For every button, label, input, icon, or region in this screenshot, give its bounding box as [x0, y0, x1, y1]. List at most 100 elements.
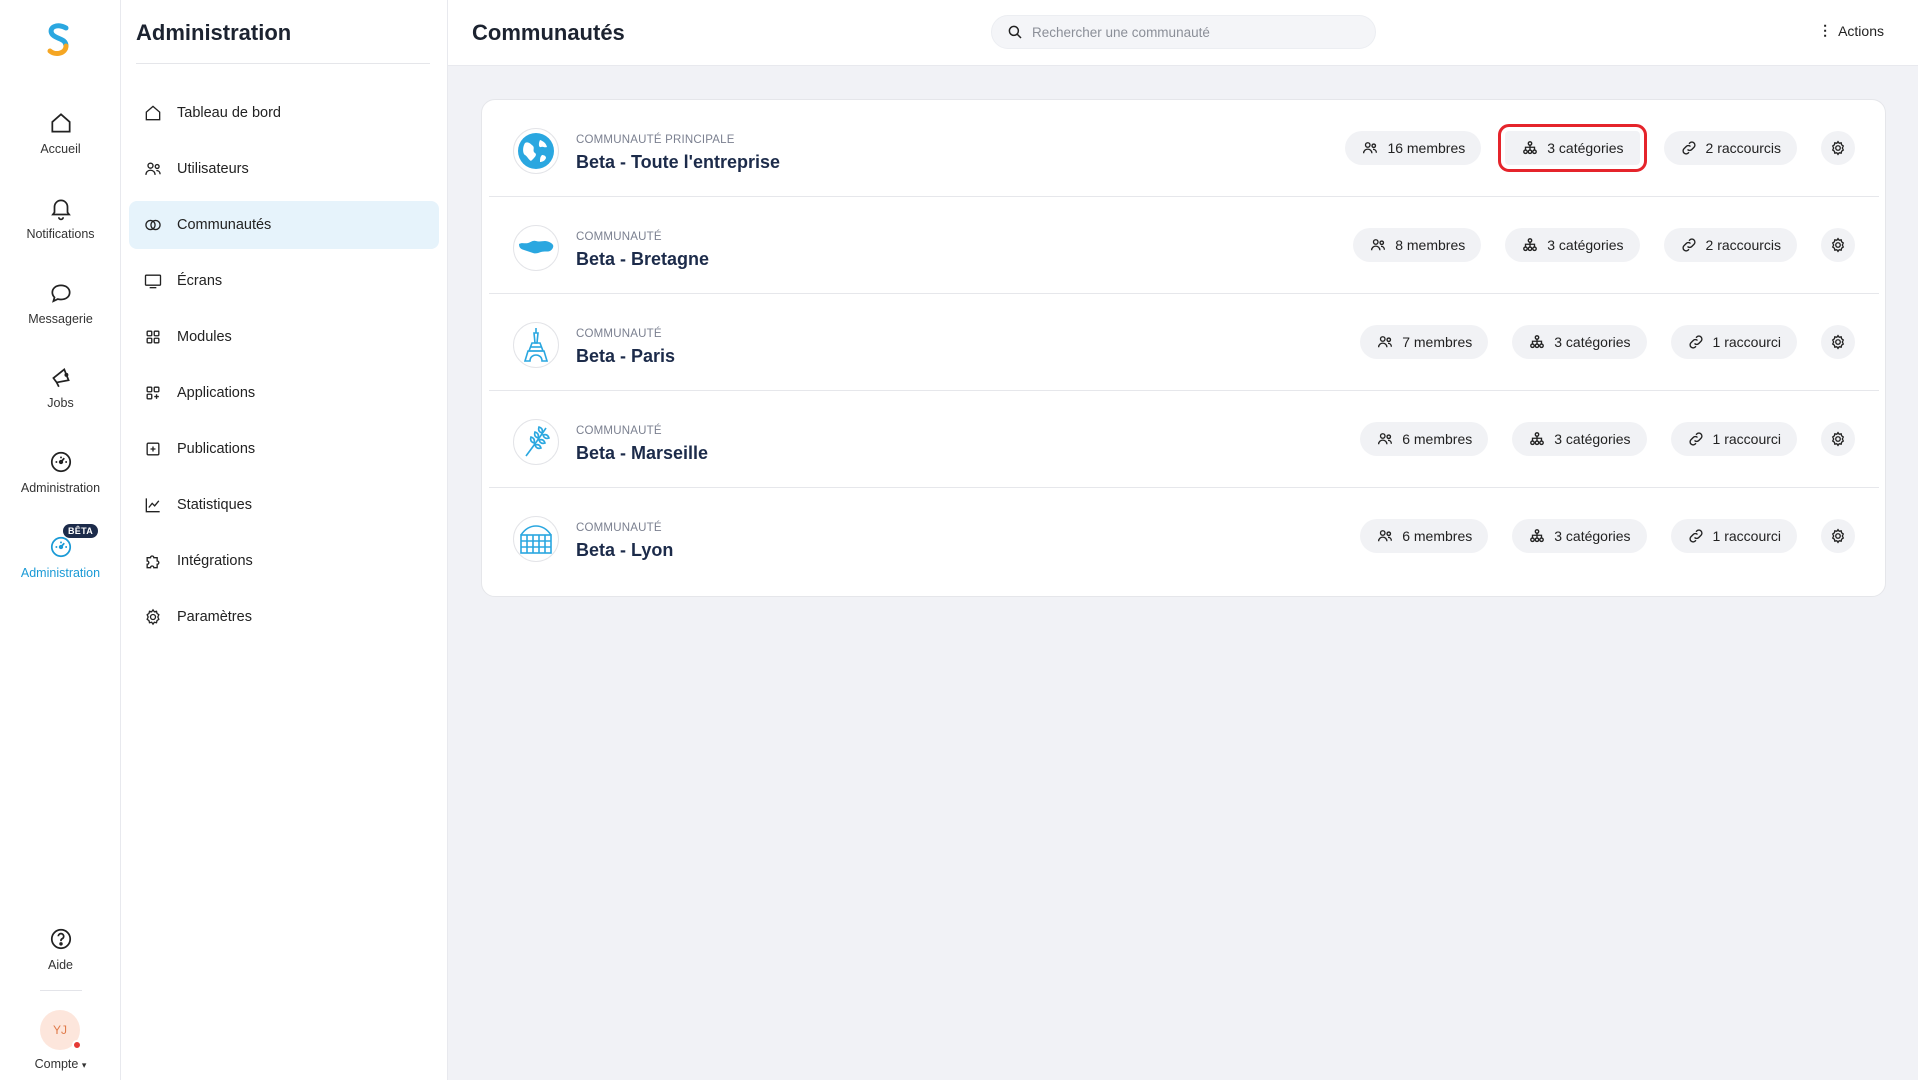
account-menu[interactable]: Compte ▾	[0, 1057, 121, 1071]
rail-item-label: Notifications	[26, 227, 95, 241]
categories-button[interactable]: 3 catégories	[1505, 228, 1640, 262]
kebab-icon: ⋮	[1818, 22, 1833, 38]
sidebar-item-communities[interactable]: Communautés	[129, 201, 439, 249]
chart-icon	[145, 498, 160, 513]
community-stats: 16 membres 3 catégories 2 raccourcis	[1345, 124, 1855, 172]
sidebar-item-settings[interactable]: Paramètres	[129, 593, 439, 641]
shortcuts-button[interactable]: 2 raccourcis	[1663, 228, 1797, 262]
rail-item-administration-beta[interactable]: BÊTA Administration	[0, 524, 121, 580]
hierarchy-icon	[1523, 238, 1538, 252]
community-stats: 6 membres 3 catégories 1 raccourci	[1360, 422, 1855, 456]
rail-item-notifications[interactable]: Notifications	[0, 195, 121, 241]
sidebar-item-applications[interactable]: Applications	[129, 369, 439, 417]
rail-item-jobs[interactable]: Jobs	[0, 364, 121, 410]
community-type: Communauté	[576, 328, 662, 340]
top-bar: Communautés Rechercher une communauté ⋮ …	[448, 0, 1918, 66]
categories-label: 3 catégories	[1554, 528, 1631, 544]
communities-list: Communauté principale Beta - Toute l'ent…	[481, 99, 1886, 597]
community-avatar	[513, 322, 559, 368]
search-icon	[1008, 25, 1022, 39]
community-settings-button[interactable]	[1821, 325, 1855, 359]
rail-item-label: Administration	[20, 481, 101, 495]
sidebar-item-integrations[interactable]: Intégrations	[129, 537, 439, 585]
gear-icon	[1831, 140, 1845, 156]
community-type: Communauté	[576, 522, 662, 534]
community-settings-button[interactable]	[1821, 422, 1855, 456]
categories-button[interactable]: 3 catégories	[1498, 124, 1647, 172]
community-name[interactable]: Beta - Bretagne	[576, 249, 709, 270]
rail-item-label: Messagerie	[28, 312, 93, 326]
apps-icon	[146, 386, 160, 400]
categories-label: 3 catégories	[1554, 431, 1631, 447]
community-avatar	[513, 419, 559, 465]
list-item[interactable]: Communauté Beta - Lyon 6 membres 3 catég…	[489, 488, 1879, 585]
members-button[interactable]: 6 membres	[1360, 422, 1489, 456]
list-item[interactable]: Communauté Beta - Paris 7 membres 3 caté…	[489, 294, 1879, 391]
sidebar-item-statistics[interactable]: Statistiques	[129, 481, 439, 529]
community-settings-button[interactable]	[1821, 228, 1855, 262]
users-icon	[145, 162, 161, 175]
search-input[interactable]: Rechercher une communauté	[991, 15, 1376, 49]
users-icon	[1378, 433, 1393, 445]
rail-item-home[interactable]: Accueil	[0, 110, 121, 156]
rail-item-help[interactable]: Aide	[0, 926, 121, 972]
home-icon	[145, 105, 161, 121]
shortcuts-button[interactable]: 1 raccourci	[1670, 325, 1797, 359]
list-item[interactable]: Communauté Beta - Bretagne 8 membres 3 c…	[489, 197, 1879, 294]
community-stats: 8 membres 3 catégories 2 raccourcis	[1353, 228, 1855, 262]
sidebar-item-screens[interactable]: Écrans	[129, 257, 439, 305]
rail-item-messaging[interactable]: Messagerie	[0, 280, 121, 326]
gear-icon	[1831, 334, 1845, 350]
sidebar-item-modules[interactable]: Modules	[129, 313, 439, 361]
shortcuts-button[interactable]: 2 raccourcis	[1663, 131, 1797, 165]
actions-button[interactable]: ⋮ Actions	[1818, 22, 1884, 39]
status-dot	[72, 1040, 82, 1050]
community-settings-button[interactable]	[1821, 519, 1855, 553]
shortcuts-label: 2 raccourcis	[1705, 140, 1781, 156]
shortcuts-label: 1 raccourci	[1712, 528, 1781, 544]
members-button[interactable]: 6 membres	[1360, 519, 1489, 553]
communities-icon	[145, 219, 161, 231]
sidebar-item-label: Applications	[177, 385, 256, 401]
categories-button[interactable]: 3 catégories	[1512, 519, 1647, 553]
community-name[interactable]: Beta - Marseille	[576, 443, 708, 464]
shortcuts-label: 1 raccourci	[1712, 334, 1781, 350]
community-settings-button[interactable]	[1821, 131, 1855, 165]
grid-icon	[146, 330, 160, 344]
community-stats: 6 membres 3 catégories 1 raccourci	[1360, 519, 1855, 553]
hierarchy-icon	[1530, 529, 1545, 543]
community-name[interactable]: Beta - Paris	[576, 346, 675, 367]
chat-icon	[50, 284, 71, 303]
admin-sidebar: Administration Tableau de bord Utilisate…	[121, 0, 448, 1080]
rail-item-label: Accueil	[40, 142, 81, 156]
members-button[interactable]: 8 membres	[1353, 228, 1482, 262]
list-item[interactable]: Communauté Beta - Marseille 6 membres 3 …	[489, 391, 1879, 488]
sidebar-item-label: Statistiques	[177, 497, 252, 513]
categories-label: 3 catégories	[1554, 334, 1631, 350]
members-button[interactable]: 16 membres	[1345, 131, 1482, 165]
sidebar-item-users[interactable]: Utilisateurs	[129, 145, 439, 193]
gear-icon	[1831, 431, 1845, 447]
sidebar-item-dashboard[interactable]: Tableau de bord	[129, 89, 439, 137]
community-avatar	[513, 516, 559, 562]
rail-item-label: Administration	[20, 566, 101, 580]
list-item[interactable]: Communauté principale Beta - Toute l'ent…	[489, 100, 1879, 197]
users-icon	[1378, 336, 1393, 348]
community-name[interactable]: Beta - Toute l'entreprise	[576, 152, 780, 173]
shortcuts-button[interactable]: 1 raccourci	[1670, 519, 1797, 553]
rail-item-administration[interactable]: Administration	[0, 449, 121, 495]
categories-button[interactable]: 3 catégories	[1512, 422, 1647, 456]
link-icon	[1688, 432, 1703, 446]
sidebar-item-publications[interactable]: Publications	[129, 425, 439, 473]
categories-button[interactable]: 3 catégories	[1512, 325, 1647, 359]
app-logo[interactable]	[44, 22, 74, 60]
users-icon	[1371, 239, 1386, 251]
sidebar-item-label: Écrans	[177, 273, 223, 289]
community-name[interactable]: Beta - Lyon	[576, 540, 673, 561]
gear-icon	[146, 608, 160, 626]
shortcuts-button[interactable]: 1 raccourci	[1670, 422, 1797, 456]
hierarchy-icon	[1523, 141, 1538, 155]
members-button[interactable]: 7 membres	[1360, 325, 1489, 359]
members-label: 6 membres	[1402, 528, 1473, 544]
link-icon	[1688, 529, 1703, 543]
